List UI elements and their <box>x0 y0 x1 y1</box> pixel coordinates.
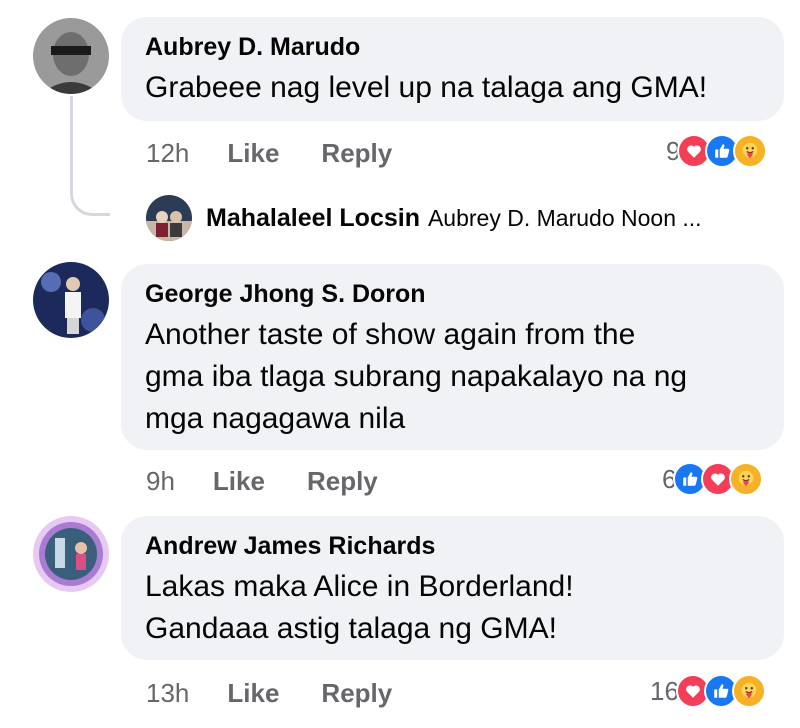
reply-author[interactable]: Mahalaleel Locsin <box>206 204 420 233</box>
comment-bubble: George Jhong S. Doron Another taste of s… <box>121 264 784 450</box>
comment-actions: 9h Like Reply <box>146 461 378 501</box>
comment-text-line: gma iba tlaga subrang napakalayo na ng <box>145 360 688 393</box>
reaction-summary[interactable]: 6 <box>662 459 764 499</box>
avatar-george[interactable] <box>33 262 109 338</box>
comment-actions: 12h Like Reply <box>146 133 392 173</box>
comment-bubble: Aubrey D. Marudo Grabeee nag level up na… <box>121 17 784 121</box>
like-button[interactable]: Like <box>227 138 279 169</box>
reaction-summary[interactable]: 16 <box>650 671 766 711</box>
reply-preview-text: Aubrey D. Marudo Noon ... <box>427 204 702 231</box>
care-hug-icon <box>733 134 768 168</box>
reaction-summary[interactable]: 9 <box>666 131 768 171</box>
avatar-mahalaleel[interactable] <box>146 195 192 241</box>
comment-bubble: Andrew James Richards Lakas maka Alice i… <box>121 516 784 660</box>
comment-timestamp[interactable]: 13h <box>146 678 189 709</box>
reaction-count: 16 <box>650 675 679 706</box>
like-button[interactable]: Like <box>227 678 279 709</box>
avatar-aubrey[interactable] <box>33 18 109 94</box>
like-button[interactable]: Like <box>213 466 265 497</box>
comment-author[interactable]: George Jhong S. Doron <box>145 278 760 310</box>
comment-text: Lakas maka Alice in Borderland! Gandaaa … <box>145 566 760 650</box>
comment-text: Grabeee nag level up na talaga ang GMA! <box>145 71 708 104</box>
avatar-andrew[interactable] <box>33 516 109 592</box>
comment-text-line: Another taste of show again from the <box>145 318 636 351</box>
comment-text-line: Lakas maka Alice in Borderland! <box>145 570 574 603</box>
reply-button[interactable]: Reply <box>321 678 392 709</box>
reply-thread-line <box>70 96 110 216</box>
comment-text-line: mga nagagawa nila <box>145 402 406 435</box>
care-hug-icon <box>729 462 764 496</box>
comment-author[interactable]: Aubrey D. Marudo <box>145 31 760 63</box>
comment-author[interactable]: Andrew James Richards <box>145 530 760 562</box>
comment-text-line: Gandaaa astig talaga ng GMA! <box>145 612 557 645</box>
comment-actions: 13h Like Reply <box>146 673 392 713</box>
reply-button[interactable]: Reply <box>321 138 392 169</box>
comment-timestamp[interactable]: 9h <box>146 466 175 497</box>
comment-text: Another taste of show again from the gma… <box>145 314 760 440</box>
reply-preview[interactable]: Mahalaleel Locsin Aubrey D. Marudo Noon … <box>146 194 702 242</box>
comment-timestamp[interactable]: 12h <box>146 138 189 169</box>
care-hug-icon <box>731 674 766 708</box>
reply-button[interactable]: Reply <box>307 466 378 497</box>
